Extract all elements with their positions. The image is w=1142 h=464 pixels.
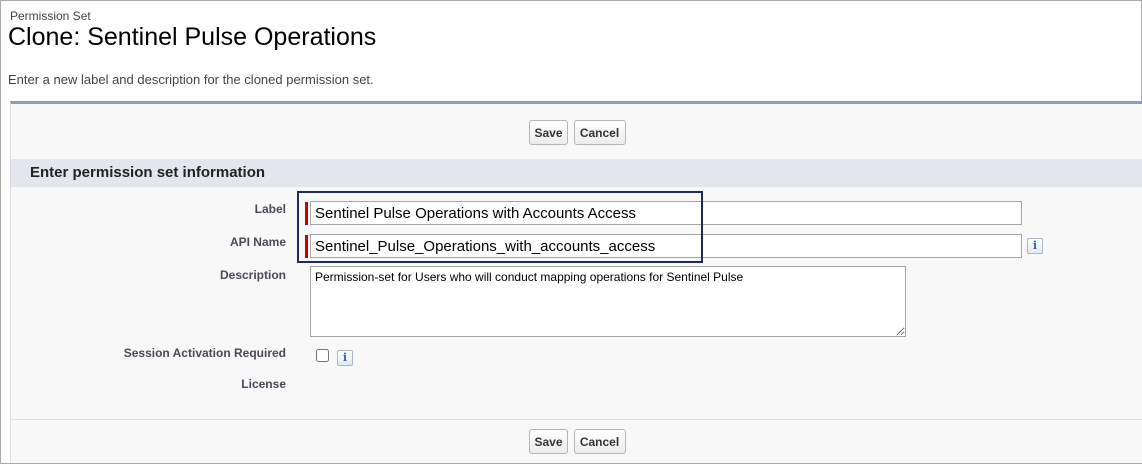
required-marker-label (305, 202, 308, 225)
api-name-input[interactable] (310, 234, 1022, 258)
bottom-divider (11, 419, 1142, 420)
section-header: Enter permission set information (11, 159, 1142, 187)
top-button-row: Save Cancel (11, 120, 1142, 145)
required-marker-api-name (305, 235, 308, 258)
api-name-field-label: API Name (229, 235, 286, 249)
cancel-button-bottom[interactable]: Cancel (573, 429, 626, 454)
edit-panel: Save Cancel Enter permission set informa… (10, 101, 1142, 463)
session-activation-checkbox[interactable] (316, 349, 329, 362)
bottom-button-row: Save Cancel (11, 429, 1142, 454)
cancel-button-top[interactable]: Cancel (573, 120, 626, 145)
description-field-label: Description (219, 268, 286, 282)
section-title: Enter permission set information (30, 164, 266, 181)
save-button-bottom[interactable]: Save (528, 429, 568, 454)
license-field-label: License (241, 377, 286, 391)
info-icon-session-activation[interactable]: i (337, 350, 353, 366)
page-description: Enter a new label and description for th… (8, 72, 374, 87)
description-textarea[interactable]: Permission-set for Users who will conduc… (310, 266, 906, 337)
save-button-top[interactable]: Save (528, 120, 568, 145)
session-activation-field-label: Session Activation Required (123, 346, 286, 360)
info-icon-api-name[interactable]: i (1027, 238, 1043, 254)
page-type-label: Permission Set (10, 9, 91, 23)
page-title: Clone: Sentinel Pulse Operations (8, 23, 377, 51)
label-input[interactable] (310, 201, 1022, 225)
label-field-label: Label (254, 202, 286, 216)
